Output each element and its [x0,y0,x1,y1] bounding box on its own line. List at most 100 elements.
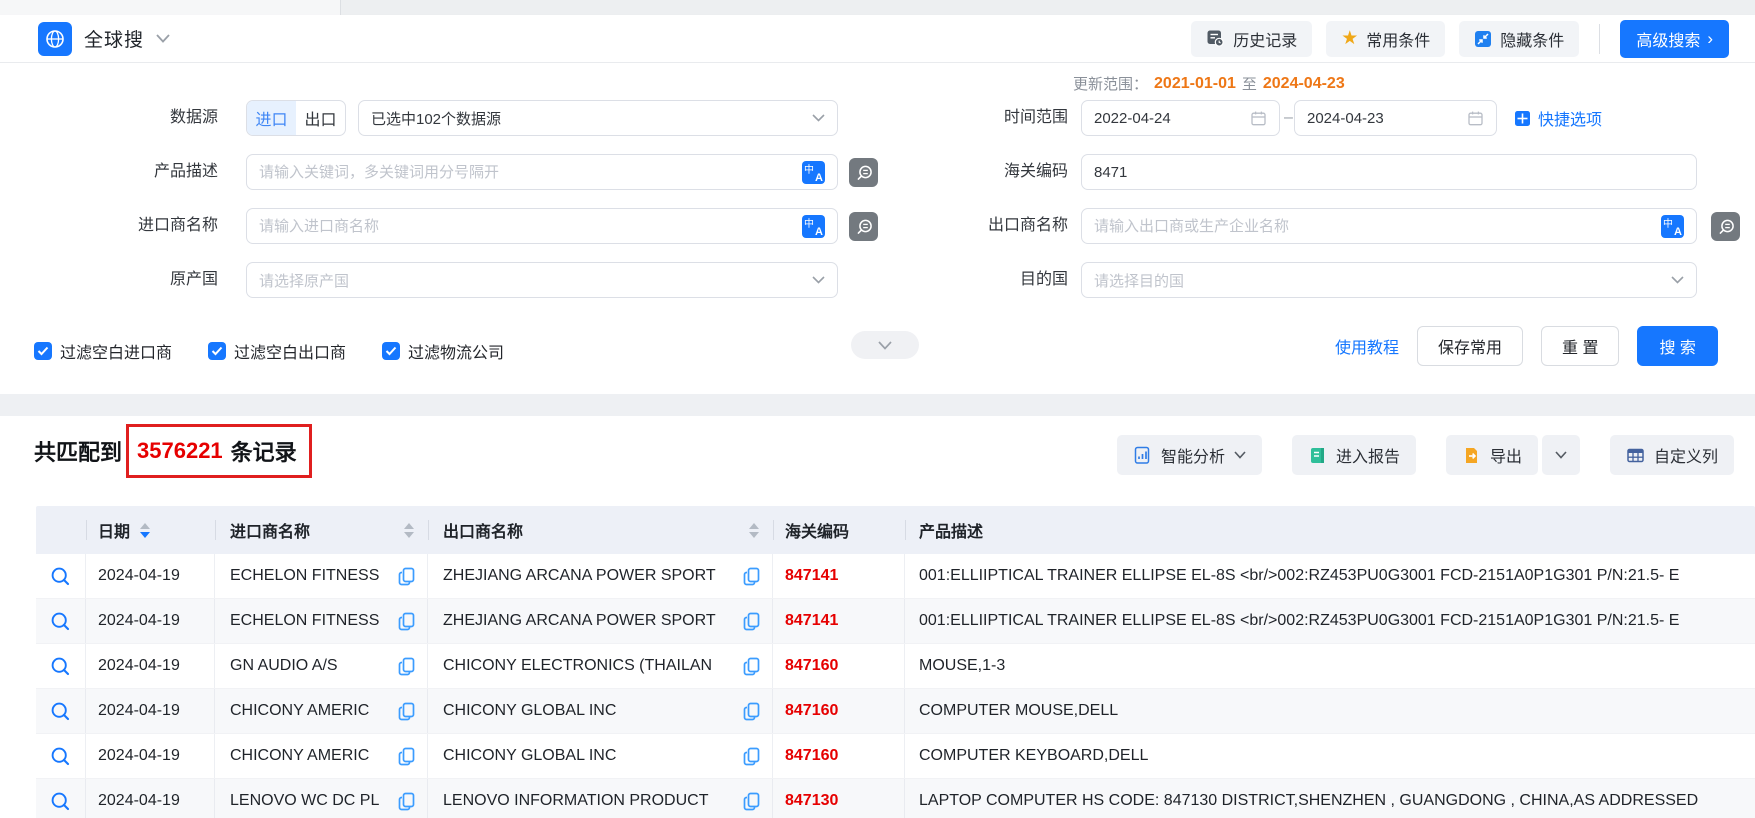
copy-icon[interactable] [398,657,415,676]
importer-input[interactable] [259,218,794,235]
date-to-input[interactable]: 2024-04-23 [1294,100,1497,136]
update-range-to-word: 至 [1242,73,1257,94]
origin-country-placeholder: 请选择原产国 [259,270,349,291]
app-switcher[interactable]: 全球搜 [38,22,170,56]
sort-icon[interactable] [749,523,759,538]
search-form: 更新范围： 2021-01-01 至 2024-04-23 数据源 进口 出口 … [0,63,1755,394]
header-hs-code-label: 海关编码 [785,518,849,542]
quick-options[interactable]: 快捷选项 [1514,100,1602,136]
row-detail-search-icon[interactable] [50,746,71,767]
copy-icon[interactable] [743,747,760,766]
exporter-input[interactable] [1094,218,1653,235]
product-desc-label: 产品描述 [58,154,218,190]
header-exporter[interactable]: 出口商名称 [428,506,773,554]
enter-report-button[interactable]: 进入报告 [1292,435,1416,475]
favorite-conditions-label: 常用条件 [1366,27,1430,51]
checkbox-filter-blank-importer[interactable]: 过滤空白进口商 [34,339,172,363]
grid-icon [1514,110,1531,127]
tab-import[interactable]: 进口 [247,101,296,135]
row-detail-search-icon[interactable] [50,791,71,812]
exact-match-icon[interactable] [849,158,878,187]
row-action-cell [36,644,86,688]
advanced-search-label: 高级搜索 [1636,27,1700,51]
save-favorite-button[interactable]: 保存常用 [1417,326,1523,366]
custom-columns-button[interactable]: 自定义列 [1610,435,1734,475]
copy-icon[interactable] [743,567,760,586]
translate-icon[interactable]: 中A [802,161,825,184]
sort-icon[interactable] [140,523,150,538]
data-source-select[interactable]: 已选中102个数据源 [358,100,838,136]
copy-icon[interactable] [743,612,760,631]
export-button[interactable]: 导出 [1446,435,1538,475]
row-detail-search-icon[interactable] [50,701,71,722]
bi-analysis-icon [1133,446,1152,465]
row-exporter: CHICONY GLOBAL INC [443,702,743,720]
copy-icon[interactable] [398,612,415,631]
hide-conditions-button[interactable]: 隐藏条件 [1459,21,1579,57]
hs-code-input[interactable] [1094,164,1684,181]
copy-icon[interactable] [398,567,415,586]
time-range-label: 时间范围 [908,100,1068,136]
row-exporter-cell: CHICONY GLOBAL INC [428,689,773,733]
exact-match-icon[interactable] [1711,212,1740,241]
favorite-conditions-button[interactable]: ★ 常用条件 [1326,21,1445,57]
reset-button[interactable]: 重 置 [1541,326,1619,366]
chevron-down-icon [1234,451,1246,459]
export-dropdown-button[interactable] [1542,435,1580,475]
search-button[interactable]: 搜 索 [1637,326,1717,366]
product-desc-field: 中A [246,154,838,190]
copy-icon[interactable] [743,792,760,811]
exact-match-icon[interactable] [849,212,878,241]
translate-icon[interactable]: 中A [1661,215,1684,238]
smart-analysis-label: 智能分析 [1161,443,1225,467]
tab-export[interactable]: 出口 [296,101,345,135]
row-exporter: CHICONY ELECTRONICS (THAILAN [443,657,743,675]
row-importer: GN AUDIO A/S [230,657,398,675]
copy-icon[interactable] [398,792,415,811]
tutorial-link[interactable]: 使用教程 [1335,334,1399,358]
table-row: 2024-04-19 LENOVO WC DC PL LENOVO INFORM… [36,779,1755,818]
checkbox-filter-blank-exporter[interactable]: 过滤空白出口商 [208,339,346,363]
row-date: 2024-04-19 [86,554,215,598]
date-from-input[interactable]: 2022-04-24 [1081,100,1280,136]
history-button[interactable]: 历史记录 [1191,21,1312,57]
copy-icon[interactable] [398,702,415,721]
translate-icon[interactable]: 中A [802,215,825,238]
header-date[interactable]: 日期 [86,506,215,554]
row-detail-search-icon[interactable] [50,611,71,632]
hide-conditions-label: 隐藏条件 [1500,27,1564,51]
origin-country-select[interactable]: 请选择原产国 [246,262,838,298]
row-hs-code: 847141 [773,554,905,598]
expand-more-conditions-button[interactable] [851,331,919,359]
smart-analysis-button[interactable]: 智能分析 [1117,435,1262,475]
chevron-down-icon [812,276,825,284]
row-importer-cell: LENOVO WC DC PL [215,779,428,818]
copy-icon[interactable] [398,747,415,766]
app-name: 全球搜 [84,25,144,52]
copy-icon[interactable] [743,702,760,721]
row-exporter-cell: CHICONY ELECTRONICS (THAILAN [428,644,773,688]
row-hs-code: 847160 [773,689,905,733]
row-detail-search-icon[interactable] [50,566,71,587]
hs-code-label: 海关编码 [908,154,1068,190]
row-description: LAPTOP COMPUTER HS CODE: 847130 DISTRICT… [905,779,1755,818]
table-row: 2024-04-19 CHICONY AMERIC CHICONY GLOBAL… [36,689,1755,734]
origin-country-label: 原产国 [58,262,218,298]
advanced-search-button[interactable]: 高级搜索 › [1620,20,1729,58]
history-label: 历史记录 [1233,27,1297,51]
copy-icon[interactable] [743,657,760,676]
table-row: 2024-04-19 ECHELON FITNESS ZHEJIANG ARCA… [36,554,1755,599]
row-detail-search-icon[interactable] [50,656,71,677]
custom-columns-label: 自定义列 [1654,443,1718,467]
update-range-from: 2021-01-01 [1154,75,1236,93]
section-divider [0,394,1755,416]
row-action-cell [36,734,86,778]
row-importer: CHICONY AMERIC [230,747,398,765]
sort-icon[interactable] [404,523,414,538]
dest-country-select[interactable]: 请选择目的国 [1081,262,1697,298]
header-importer[interactable]: 进口商名称 [215,506,428,554]
header-product-desc-label: 产品描述 [919,518,983,542]
checkbox-filter-logistics[interactable]: 过滤物流公司 [382,339,504,363]
product-desc-input[interactable] [259,164,794,181]
chevron-down-icon [878,341,892,350]
